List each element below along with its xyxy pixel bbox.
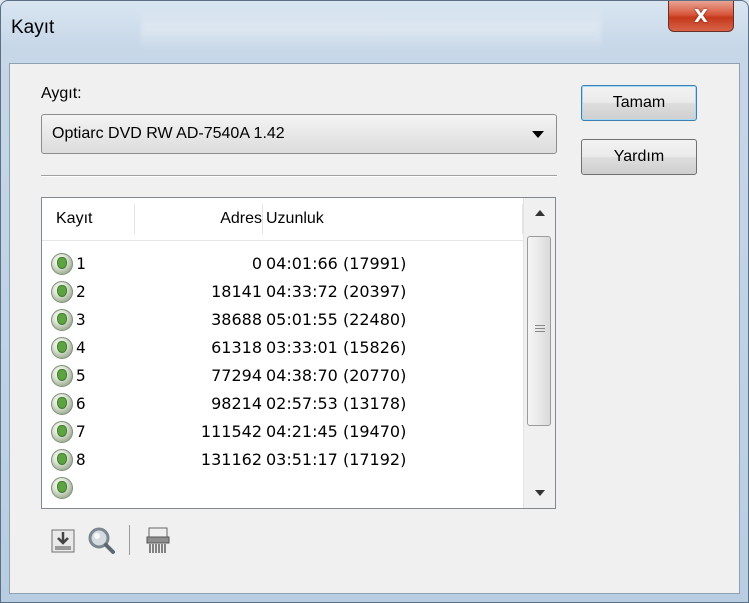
close-icon: X	[694, 5, 708, 27]
vertical-scrollbar[interactable]	[523, 198, 555, 508]
audio-track-icon	[51, 253, 73, 275]
audio-track-icon	[51, 309, 73, 331]
bottom-toolbar	[47, 523, 180, 557]
audio-track-icon	[51, 449, 73, 471]
track-length: 02:57:53 (13178)	[266, 394, 407, 413]
track-address: 111542	[200, 422, 262, 441]
track-row[interactable]: 6 98214 02:57:53 (13178)	[42, 390, 524, 418]
track-number: 6	[76, 394, 86, 413]
track-length: 05:01:55 (22480)	[266, 310, 407, 329]
scroll-thumb[interactable]	[527, 236, 551, 426]
scroll-down-button[interactable]	[524, 478, 555, 508]
background-ghost	[141, 7, 601, 51]
track-list-header: Kayıt Adres Uzunluk	[42, 198, 524, 241]
audio-track-icon	[51, 281, 73, 303]
audio-track-icon	[51, 365, 73, 387]
track-number: 8	[76, 450, 86, 469]
track-number: 5	[76, 366, 86, 385]
track-length: 04:21:45 (19470)	[266, 422, 407, 441]
shredder-icon[interactable]	[142, 524, 174, 556]
track-length: 03:51:17 (17192)	[266, 450, 407, 469]
track-rows: 1 0 04:01:66 (17991) 2 18141 04:33:72 (2…	[42, 250, 524, 502]
audio-track-icon	[51, 337, 73, 359]
track-length: 03:33:01 (15826)	[266, 338, 407, 357]
track-row[interactable]: 4 61318 03:33:01 (15826)	[42, 334, 524, 362]
column-header-address[interactable]: Adres	[134, 198, 262, 240]
dialog-window: Kayıt X Aygıt: Optiarc DVD RW AD-7540A 1…	[0, 0, 749, 603]
grip-icon	[535, 325, 545, 334]
track-length: 04:38:70 (20770)	[266, 366, 407, 385]
track-address: 0	[251, 254, 262, 273]
ok-button[interactable]: Tamam	[581, 85, 697, 121]
window-title: Kayıt	[11, 17, 55, 38]
track-address: 61318	[211, 338, 262, 357]
track-address: 77294	[211, 366, 262, 385]
chevron-down-icon[interactable]	[532, 130, 544, 138]
track-row[interactable]: 2 18141 04:33:72 (20397)	[42, 278, 524, 306]
arrow-down-icon	[534, 490, 545, 496]
column-divider	[262, 204, 263, 234]
help-button[interactable]: Yardım	[581, 139, 697, 175]
track-number: 1	[76, 254, 86, 273]
track-address: 131162	[200, 450, 262, 469]
device-dropdown[interactable]: Optiarc DVD RW AD-7540A 1.42	[41, 114, 557, 154]
track-address: 98214	[211, 394, 262, 413]
track-number: 4	[76, 338, 86, 357]
magnifier-icon[interactable]	[85, 524, 117, 556]
track-row[interactable]: 7 111542 04:21:45 (19470)	[42, 418, 524, 446]
separator	[41, 175, 557, 177]
track-address: 18141	[211, 282, 262, 301]
audio-track-icon	[51, 477, 73, 499]
close-button[interactable]: X	[668, 1, 734, 32]
audio-track-icon	[51, 393, 73, 415]
track-row[interactable]: 1 0 04:01:66 (17991)	[42, 250, 524, 278]
track-row-partial[interactable]	[42, 474, 524, 502]
track-row[interactable]: 5 77294 04:38:70 (20770)	[42, 362, 524, 390]
device-dropdown-value: Optiarc DVD RW AD-7540A 1.42	[52, 125, 285, 142]
title-bar[interactable]: Kayıt X	[1, 1, 748, 61]
track-number: 7	[76, 422, 86, 441]
track-row[interactable]: 3 38688 05:01:55 (22480)	[42, 306, 524, 334]
scroll-up-button[interactable]	[524, 198, 555, 228]
track-length: 04:01:66 (17991)	[266, 254, 407, 273]
track-number: 2	[76, 282, 86, 301]
track-length: 04:33:72 (20397)	[266, 282, 407, 301]
column-header-length[interactable]: Uzunluk	[266, 198, 324, 240]
track-row[interactable]: 8 131162 03:51:17 (17192)	[42, 446, 524, 474]
device-label: Aygıt:	[41, 85, 82, 102]
column-header-track[interactable]: Kayıt	[56, 198, 134, 240]
audio-track-icon	[51, 421, 73, 443]
track-number: 3	[76, 310, 86, 329]
arrow-up-icon	[534, 210, 545, 216]
track-address: 38688	[211, 310, 262, 329]
save-icon[interactable]	[47, 524, 79, 556]
toolbar-separator	[129, 525, 130, 555]
track-list[interactable]: Kayıt Adres Uzunluk 1 0 04:01:66 (17991)…	[41, 197, 556, 509]
